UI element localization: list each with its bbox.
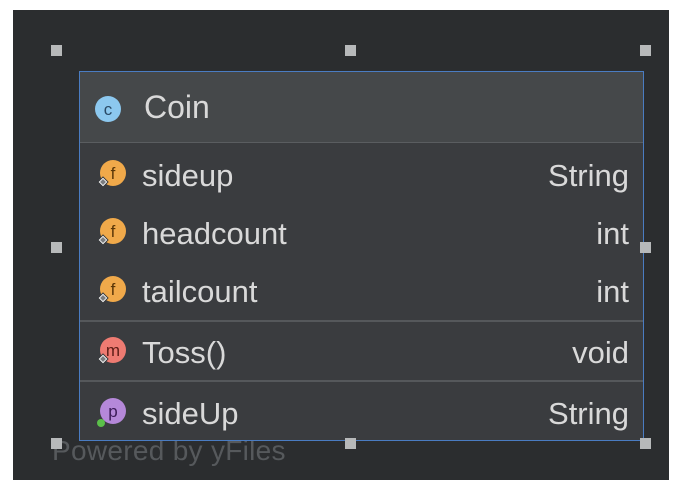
resize-handle-top-right[interactable]	[640, 45, 651, 56]
resize-handle-bottom-left[interactable]	[51, 438, 62, 449]
field-icon: f	[94, 216, 128, 250]
resize-handle-bottom[interactable]	[345, 438, 356, 449]
method-name: Toss()	[142, 335, 227, 370]
resize-handle-top-left[interactable]	[51, 45, 62, 56]
field-type: int	[596, 216, 629, 251]
class-icon: c	[94, 95, 122, 123]
property-icon: p	[94, 396, 128, 430]
method-icon-letter: m	[106, 341, 120, 360]
resize-handle-right[interactable]	[640, 242, 651, 253]
class-header[interactable]: c Coin	[80, 72, 643, 143]
diagram-canvas[interactable]: Powered by yFiles c Coin f sideup String…	[13, 10, 669, 480]
field-type: int	[596, 274, 629, 309]
field-row[interactable]: f sideup String	[80, 146, 643, 202]
field-name: headcount	[142, 216, 287, 251]
section-divider	[80, 320, 643, 322]
field-icon-letter: f	[111, 280, 116, 299]
section-divider	[80, 380, 643, 382]
property-row[interactable]: p sideUp String	[80, 384, 643, 440]
field-name: tailcount	[142, 274, 258, 309]
field-row[interactable]: f tailcount int	[80, 262, 643, 318]
resize-handle-bottom-right[interactable]	[640, 438, 651, 449]
field-row[interactable]: f headcount int	[80, 204, 643, 260]
field-name: sideup	[142, 158, 234, 193]
field-icon: f	[94, 158, 128, 192]
resize-handle-top[interactable]	[345, 45, 356, 56]
class-name: Coin	[144, 89, 210, 125]
property-type: String	[548, 396, 629, 431]
field-icon-letter: f	[111, 164, 116, 183]
property-name: sideUp	[142, 396, 239, 431]
field-icon: f	[94, 274, 128, 308]
method-type: void	[572, 335, 629, 370]
class-node-coin[interactable]: c Coin f sideup String f headcount int f…	[79, 71, 644, 441]
method-icon: m	[94, 335, 128, 369]
field-icon-letter: f	[111, 222, 116, 241]
method-row[interactable]: m Toss() void	[80, 323, 643, 379]
field-type: String	[548, 158, 629, 193]
property-icon-letter: p	[108, 402, 117, 421]
class-icon-letter: c	[104, 100, 113, 119]
resize-handle-left[interactable]	[51, 242, 62, 253]
